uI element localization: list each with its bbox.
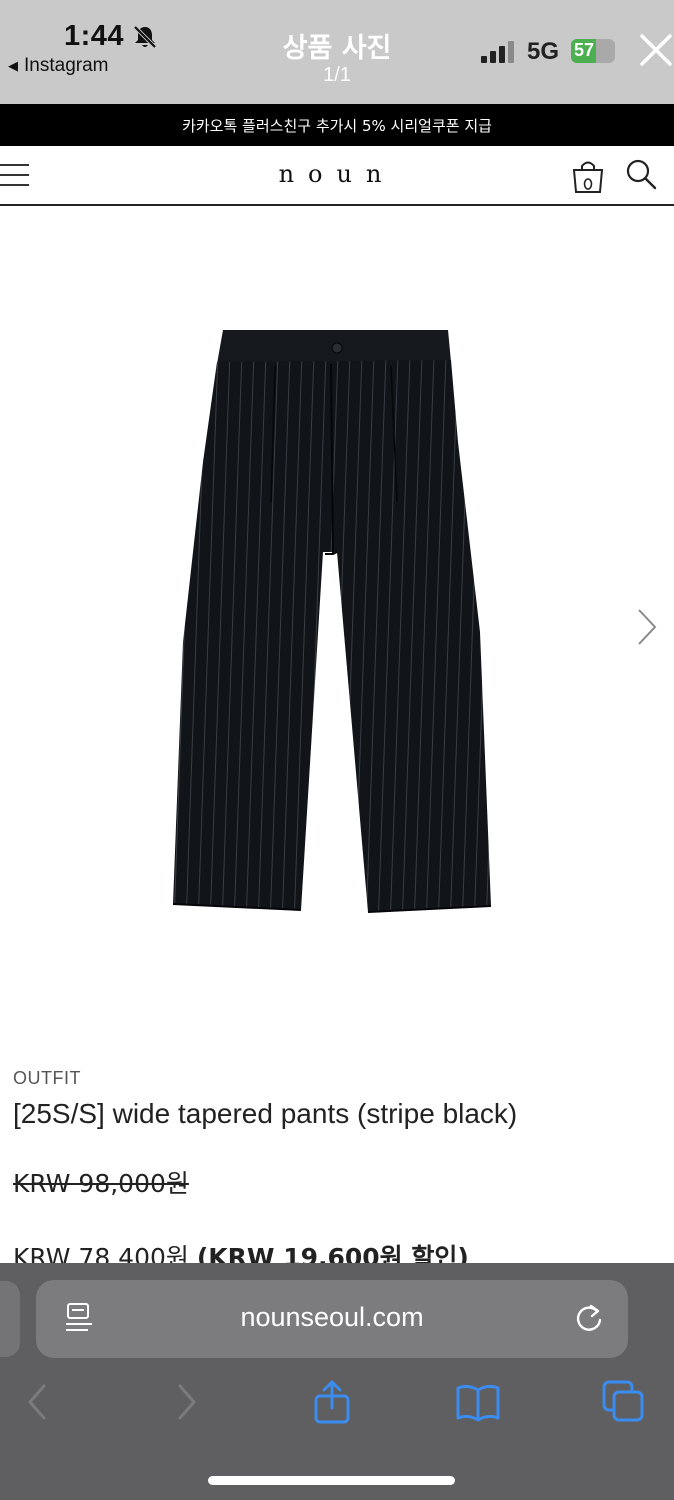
forward-arrow-icon[interactable] — [164, 1380, 208, 1424]
site-header: noun — [0, 146, 674, 206]
product-name: [25S/S] wide tapered pants (stripe black… — [13, 1098, 518, 1129]
cellular-signal-icon — [481, 41, 514, 63]
viewer-counter: 1/1 — [323, 64, 351, 86]
promo-text: 카카오톡 플러스친구 추가시 5% 시리얼쿠폰 지급 — [182, 116, 492, 135]
home-indicator[interactable] — [208, 1476, 455, 1485]
next-image-arrow-icon[interactable] — [633, 606, 661, 648]
back-arrow-icon[interactable] — [16, 1380, 60, 1424]
url-text[interactable]: nounseoul.com — [36, 1302, 628, 1333]
share-icon[interactable] — [310, 1380, 354, 1424]
tabs-icon[interactable] — [602, 1380, 646, 1424]
battery-percent: 57 — [574, 40, 595, 60]
shopping-bag-icon[interactable] — [570, 158, 606, 194]
product-image — [172, 330, 492, 913]
search-icon[interactable] — [625, 158, 657, 190]
previous-tab-preview[interactable] — [0, 1281, 20, 1357]
photo-viewer-header: 1:44 ◀ Instagram 상품 사진 1/1 5G 57 — [0, 0, 674, 104]
reload-icon[interactable] — [572, 1302, 606, 1336]
promo-banner[interactable]: 카카오톡 플러스친구 추가시 5% 시리얼쿠폰 지급 — [0, 104, 674, 146]
battery-icon: 57 — [571, 39, 615, 63]
network-type: 5G — [527, 38, 560, 65]
address-bar[interactable]: nounseoul.com — [36, 1280, 628, 1358]
bookmarks-icon[interactable] — [456, 1380, 500, 1424]
close-icon[interactable] — [638, 32, 674, 68]
price-original: KRW 98,000원 — [13, 1169, 189, 1198]
product-brand: OUTFIT — [13, 1068, 81, 1088]
